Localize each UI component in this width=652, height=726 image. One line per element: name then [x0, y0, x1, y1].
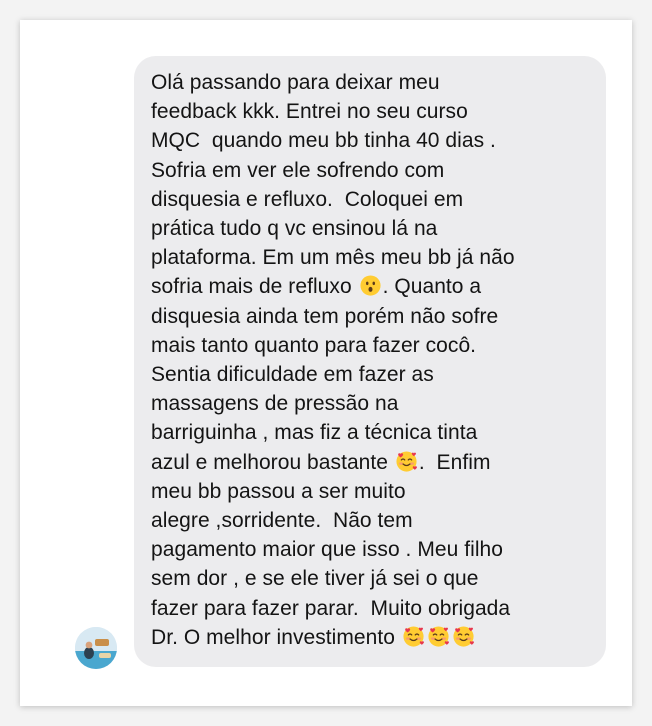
smiling-face-with-hearts-emoji	[395, 450, 418, 473]
avatar-image	[75, 627, 117, 669]
smiling-face-with-hearts-emoji	[452, 625, 475, 648]
sender-avatar[interactable]	[75, 627, 117, 669]
smiling-face-with-hearts-emoji	[402, 625, 425, 648]
message-text: Olá passando para deixar meu feedback kk…	[151, 71, 515, 649]
message-bubble[interactable]: Olá passando para deixar meu feedback kk…	[134, 56, 606, 667]
hushed-face-emoji	[359, 274, 382, 297]
smiling-face-with-hearts-emoji	[427, 625, 450, 648]
